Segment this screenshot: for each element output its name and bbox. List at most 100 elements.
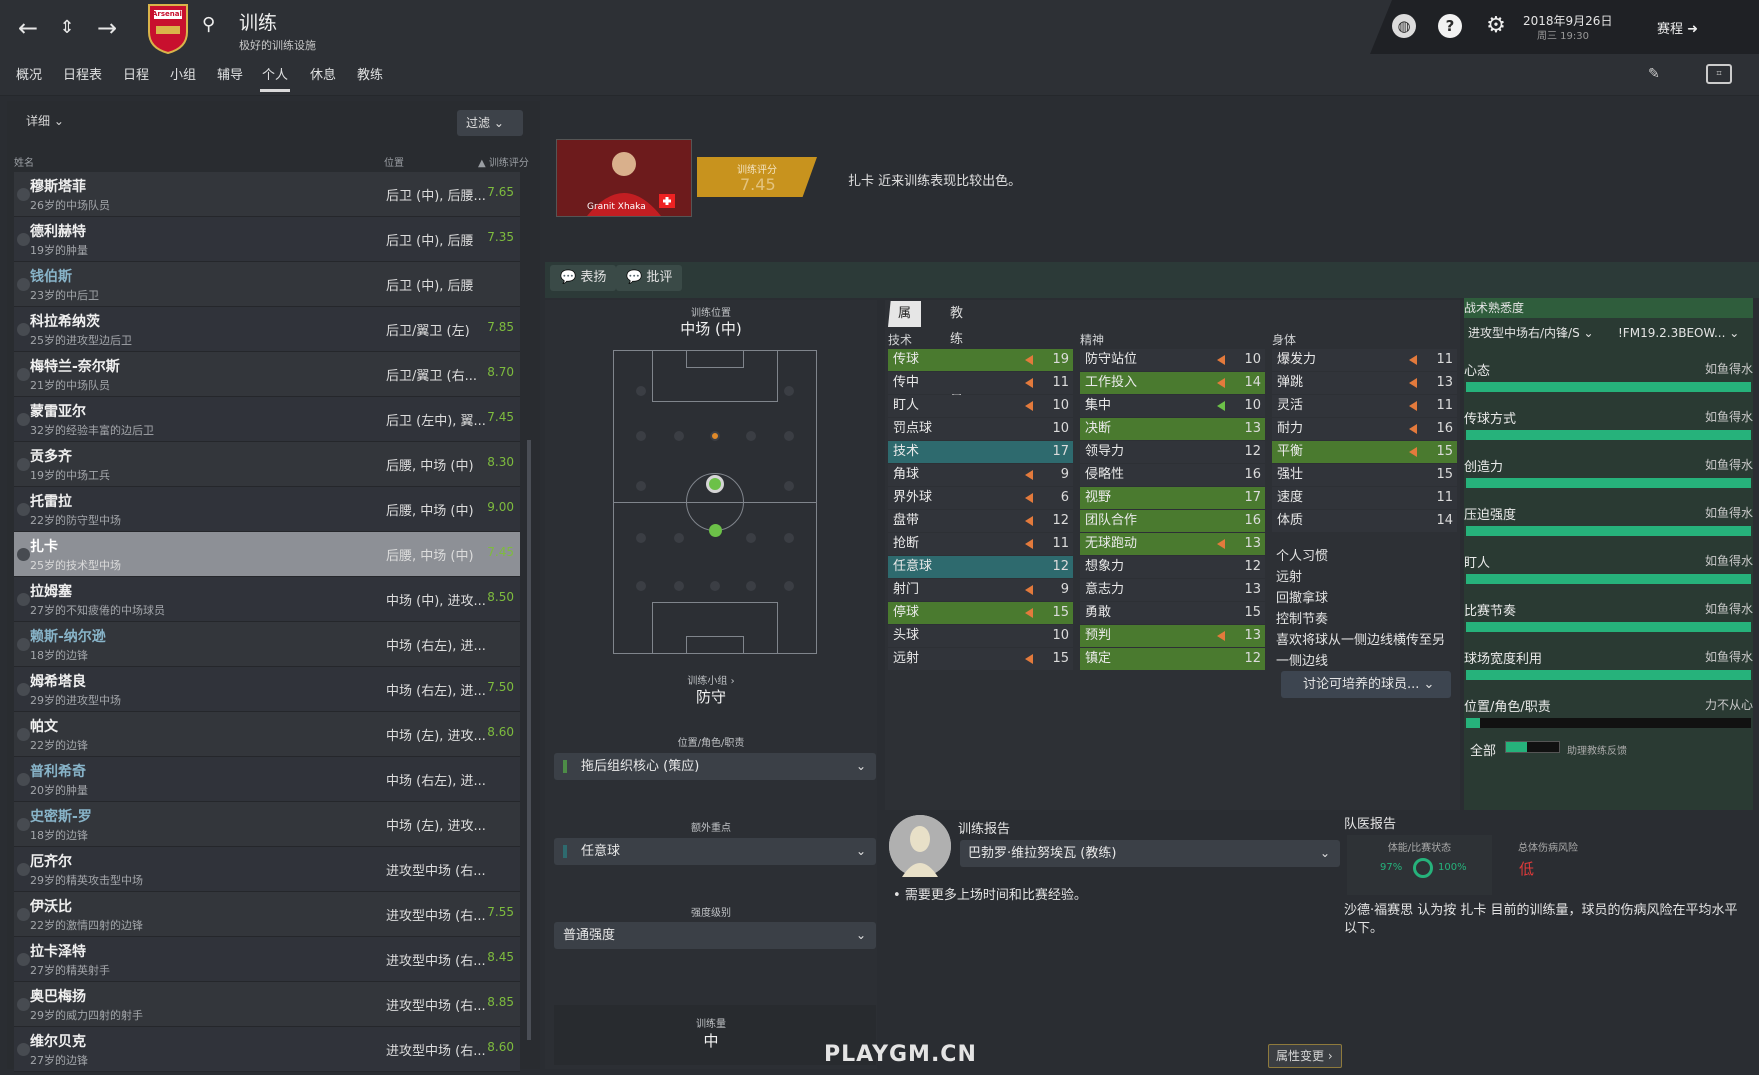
tab-schedule[interactable]: 日程 [121, 66, 151, 92]
col-header-name[interactable]: 姓名 [14, 154, 34, 169]
schedule-button[interactable]: 赛程 ➜ [1657, 18, 1698, 37]
player-name[interactable]: 扎卡 [30, 536, 58, 556]
player-name[interactable]: 奥巴梅扬 [30, 986, 86, 1006]
player-row[interactable]: 托雷拉 22岁的防守型中场 后腰, 中场 (中) 9.00 [14, 487, 520, 532]
attribute-phys[interactable]: 速度 11 [1272, 487, 1457, 509]
help-icon[interactable]: ? [1438, 14, 1462, 38]
attribute-tech[interactable]: 盯人 10 [888, 395, 1073, 417]
attribute-phys[interactable]: 平衡 15 [1272, 441, 1457, 463]
up-down-arrows-icon[interactable]: ⇕ [53, 14, 81, 42]
player-name[interactable]: 德利赫特 [30, 221, 86, 241]
player-name[interactable]: 厄齐尔 [30, 851, 72, 871]
attribute-tech[interactable]: 传中 11 [888, 372, 1073, 394]
player-row[interactable]: 维尔贝克 27岁的边锋 进攻型中场 (右... 8.60 [14, 1027, 520, 1072]
attribute-tech[interactable]: 头球 10 [888, 625, 1073, 647]
player-name[interactable]: 钱伯斯 [30, 266, 72, 286]
tab-tutoring[interactable]: 辅导 [215, 66, 245, 92]
attribute-tech[interactable]: 技术 17 [888, 441, 1073, 463]
attribute-tech[interactable]: 传球 19 [888, 349, 1073, 371]
player-name[interactable]: 托雷拉 [30, 491, 72, 511]
training-group-label[interactable]: 训练小组 › [545, 672, 877, 687]
intensity-select[interactable]: 普通强度 ⌄ [554, 922, 876, 949]
player-row[interactable]: 拉卡泽特 27岁的精英射手 进攻型中场 (右... 8.45 [14, 937, 520, 982]
tab-rest[interactable]: 休息 [308, 66, 338, 92]
formation-select[interactable]: !FM19.2.3BEOW... ⌄ [1618, 322, 1752, 344]
tab-timetable[interactable]: 日程表 [61, 66, 104, 92]
attribute-mental[interactable]: 镇定 12 [1080, 648, 1265, 670]
player-name[interactable]: 赖斯-纳尔逊 [30, 626, 106, 646]
player-name[interactable]: 维尔贝克 [30, 1031, 86, 1051]
globe-icon[interactable]: ◍ [1392, 14, 1416, 38]
player-name[interactable]: 普利希奇 [30, 761, 86, 781]
detail-dropdown[interactable]: 详细 ⌄ [26, 112, 64, 129]
player-row[interactable]: 史密斯-罗 18岁的边锋 中场 (左), 进攻... [14, 802, 520, 847]
player-row[interactable]: 梅特兰-奈尔斯 21岁的中场队员 后卫/翼卫 (右... 8.70 [14, 352, 520, 397]
attribute-mental[interactable]: 无球跑动 13 [1080, 533, 1265, 555]
player-name[interactable]: 帕文 [30, 716, 58, 736]
gear-icon[interactable]: ⚙ [1484, 14, 1508, 38]
player-name[interactable]: 梅特兰-奈尔斯 [30, 356, 120, 376]
club-crest[interactable]: Arsenal [146, 2, 190, 55]
praise-button[interactable]: 💬 表扬 [550, 265, 617, 291]
player-row[interactable]: 贡多齐 19岁的中场工兵 后腰, 中场 (中) 8.30 [14, 442, 520, 487]
attribute-phys[interactable]: 弹跳 13 [1272, 372, 1457, 394]
attribute-mental[interactable]: 防守站位 10 [1080, 349, 1265, 371]
player-name[interactable]: 拉姆塞 [30, 581, 72, 601]
attribute-tech[interactable]: 远射 15 [888, 648, 1073, 670]
player-row[interactable]: 赖斯-纳尔逊 18岁的边锋 中场 (右左), 进... [14, 622, 520, 667]
player-name[interactable]: 史密斯-罗 [30, 806, 92, 826]
screen-view-icon[interactable]: ⌗ [1706, 64, 1732, 84]
search-icon[interactable]: ⚲ [202, 14, 224, 36]
attribute-tech[interactable]: 罚点球 10 [888, 418, 1073, 440]
tab-individual[interactable]: 个人 [260, 66, 291, 92]
tab-coach-report[interactable]: 教练报告 [940, 301, 973, 399]
player-row[interactable]: 普利希奇 20岁的肿量 中场 (右左), 进... [14, 757, 520, 802]
attribute-mental[interactable]: 侵略性 16 [1080, 464, 1265, 486]
filter-button[interactable]: 过滤 ⌄ [457, 110, 523, 136]
player-row[interactable]: 拉姆塞 27岁的不知疲倦的中场球员 中场 (中), 进攻... 8.50 [14, 577, 520, 622]
player-row[interactable]: 蒙雷亚尔 32岁的经验丰富的边后卫 后卫 (左中), 翼... 7.45 [14, 397, 520, 442]
col-header-position[interactable]: 位置 [384, 154, 404, 169]
attribute-phys[interactable]: 爆发力 11 [1272, 349, 1457, 371]
player-row[interactable]: 伊沃比 22岁的激情四射的边锋 进攻型中场 (右... 7.55 [14, 892, 520, 937]
player-name[interactable]: 姆希塔良 [30, 671, 86, 691]
forward-arrow-icon[interactable]: → [93, 14, 121, 42]
role-familiarity-select[interactable]: 进攻型中场右/内锋/S ⌄ [1468, 322, 1614, 344]
pitch-diagram[interactable] [613, 350, 817, 654]
player-name[interactable]: 穆斯塔菲 [30, 176, 86, 196]
player-row[interactable]: 德利赫特 19岁的肿量 后卫 (中), 后腰 7.35 [14, 217, 520, 262]
player-row[interactable]: 厄齐尔 29岁的精英攻击型中场 进攻型中场 (右... [14, 847, 520, 892]
player-name[interactable]: 科拉希纳茨 [30, 311, 100, 331]
attribute-mental[interactable]: 领导力 12 [1080, 441, 1265, 463]
player-row[interactable]: 钱伯斯 23岁的中后卫 后卫 (中), 后腰 [14, 262, 520, 307]
attribute-phys[interactable]: 强壮 15 [1272, 464, 1457, 486]
player-row[interactable]: 扎卡 25岁的技术型中场 后腰, 中场 (中) 7.45 [14, 532, 520, 577]
attribute-mental[interactable]: 团队合作 16 [1080, 510, 1265, 532]
player-row[interactable]: 奥巴梅扬 29岁的威力四射的射手 进攻型中场 (右... 8.85 [14, 982, 520, 1027]
player-row[interactable]: 穆斯塔菲 26岁的中场队员 后卫 (中), 后腰... 7.65 [14, 172, 520, 217]
attribute-mental[interactable]: 预判 13 [1080, 625, 1265, 647]
tab-units[interactable]: 小组 [168, 66, 198, 92]
extra-focus-select[interactable]: 任意球 ⌄ [554, 838, 876, 865]
player-name[interactable]: 蒙雷亚尔 [30, 401, 86, 421]
attribute-changes-button[interactable]: 属性变更 › [1268, 1044, 1342, 1068]
attribute-mental[interactable]: 勇敢 15 [1080, 602, 1265, 624]
attribute-tech[interactable]: 界外球 6 [888, 487, 1073, 509]
attribute-tech[interactable]: 抢断 11 [888, 533, 1073, 555]
back-arrow-icon[interactable]: ← [14, 14, 42, 42]
attribute-tech[interactable]: 盘带 12 [888, 510, 1073, 532]
list-scrollbar[interactable] [527, 440, 531, 1040]
tab-attributes[interactable]: 属性 [888, 301, 922, 327]
attribute-tech[interactable]: 射门 9 [888, 579, 1073, 601]
player-name[interactable]: 贡多齐 [30, 446, 72, 466]
player-row[interactable]: 姆希塔良 29岁的进攻型中场 中场 (右左), 进... 7.50 [14, 667, 520, 712]
attribute-phys[interactable]: 体质 14 [1272, 510, 1457, 532]
attribute-tech[interactable]: 角球 9 [888, 464, 1073, 486]
attribute-tech[interactable]: 任意球 12 [888, 556, 1073, 578]
tab-overview[interactable]: 概况 [14, 66, 44, 92]
edit-icon[interactable]: ✎ [1648, 66, 1660, 82]
attribute-mental[interactable]: 想象力 12 [1080, 556, 1265, 578]
player-row[interactable]: 科拉希纳茨 25岁的进攻型边后卫 后卫/翼卫 (左) 7.85 [14, 307, 520, 352]
attribute-mental[interactable]: 工作投入 14 [1080, 372, 1265, 394]
coach-select[interactable]: 巴勃罗·维拉努埃瓦 (教练) ⌄ [960, 840, 1340, 867]
